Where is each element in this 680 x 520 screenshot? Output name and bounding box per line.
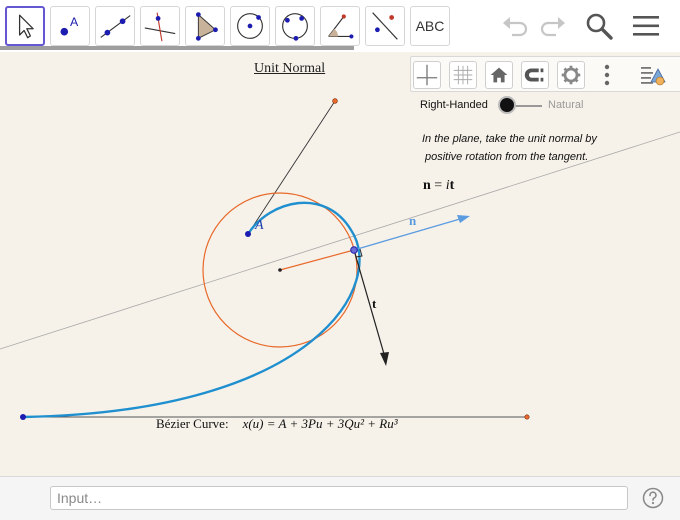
reflect-tool-icon [372,12,398,40]
bezier-prefix: Bézier Curve: [156,416,229,431]
main-menu-button[interactable] [630,10,662,42]
polygon-tool-icon [195,12,218,41]
tangent-vector-label: t [372,296,377,311]
graphics-settings-button[interactable] [557,61,585,89]
bezier-equation: x(u) = A + 3Pu + 3Qu² + Ru³ [242,416,398,431]
help-circle-icon [642,487,664,509]
style-bar-toggle-button[interactable] [639,61,667,89]
angle-tool-button[interactable] [320,6,360,46]
normal-vector[interactable] [353,218,461,251]
point-tool-icon: A [60,15,79,36]
formula-t: t [449,178,455,193]
explanation-line-2: positive rotation from the tangent. [425,151,589,163]
circle-three-points-tool-icon [282,13,308,41]
point-A[interactable] [245,231,251,237]
settings-gear-icon [561,65,581,85]
reflect-tool-button[interactable] [365,6,405,46]
grid-toggle-button[interactable] [449,61,477,89]
graphics-style-bar [410,56,680,92]
formula-eq: = [430,178,446,193]
standard-view-button[interactable] [485,61,513,89]
redo-button[interactable] [536,10,568,42]
radius-segment[interactable] [279,249,355,271]
algebra-input-field[interactable] [50,486,628,510]
grid-toggle-icon [453,65,473,85]
text-tool-icon: ABC [415,18,445,34]
more-vertical-icon [604,64,610,86]
menu-icon [633,16,659,36]
point-tool-button[interactable]: A [50,6,90,46]
redo-icon [540,17,565,37]
bezier-curve[interactable] [22,201,361,419]
toggle-knob[interactable] [500,98,514,112]
toolbar: A ABC [0,0,680,52]
perpendicular-line-tool-button[interactable] [140,6,180,46]
point-on-curve[interactable] [350,246,358,254]
line-tool-icon [100,15,131,38]
explanation-line-1: In the plane, take the unit normal by [422,133,597,145]
point-capturing-button[interactable] [521,61,549,89]
undo-button[interactable] [500,10,532,42]
circle-three-points-tool-button[interactable] [275,6,315,46]
control-point-upper[interactable] [332,98,338,104]
curve-end-point[interactable] [20,414,26,420]
text-tool-button[interactable]: ABC [410,6,450,46]
toggle-right-label: Natural [548,99,584,111]
normal-formula: n = it [423,178,454,194]
line-tool-button[interactable] [95,6,135,46]
perpendicular-line-tool-icon [144,12,176,42]
normal-vector-label: n [409,213,417,228]
normal-vector-arrowhead [457,215,470,223]
formula-lhs: n [423,178,431,193]
search-button[interactable] [583,10,615,42]
tangent-vector[interactable] [353,249,385,355]
toggle-left-label: Right-Handed [420,99,488,111]
circle-center-point-tool-icon [237,13,263,39]
toolbar-divider [0,46,354,50]
explanation-text: In the plane, take the unit normal by po… [422,130,662,166]
home-icon [490,67,508,83]
undo-icon [503,17,528,37]
axes-toggle-button[interactable] [413,61,441,89]
input-help-button[interactable] [642,487,664,509]
geogebra-app: A ABC Unit Normal Right-Handed Natural I… [0,0,680,520]
search-icon [586,13,613,40]
move-tool-icon [18,14,34,39]
tangent-vector-arrowhead [380,352,389,366]
move-tool-button[interactable] [5,6,45,46]
point-tool-label: A [70,15,79,29]
more-options-button[interactable] [593,61,621,89]
circle-center-tool-button[interactable] [230,6,270,46]
polygon-tool-button[interactable] [185,6,225,46]
style-bar-toggle-icon [641,67,666,86]
construction-title: Unit Normal [254,61,326,76]
point-capturing-icon [524,68,544,82]
graphics-view[interactable]: Unit Normal Right-Handed Natural In the … [0,52,680,476]
graphics-canvas[interactable] [0,52,680,476]
bezier-caption: Bézier Curve: x(u) = A + 3Pu + 3Qu² + Ru³ [156,416,398,432]
control-point-right[interactable] [524,414,530,420]
axes-toggle-icon [416,64,438,86]
point-A-label: A [255,218,264,233]
control-segment[interactable] [247,100,336,235]
input-bar [0,476,680,520]
angle-tool-icon [328,14,354,39]
orientation-toggle[interactable]: Right-Handed Natural [420,98,620,114]
circle-center-point[interactable] [278,268,282,272]
